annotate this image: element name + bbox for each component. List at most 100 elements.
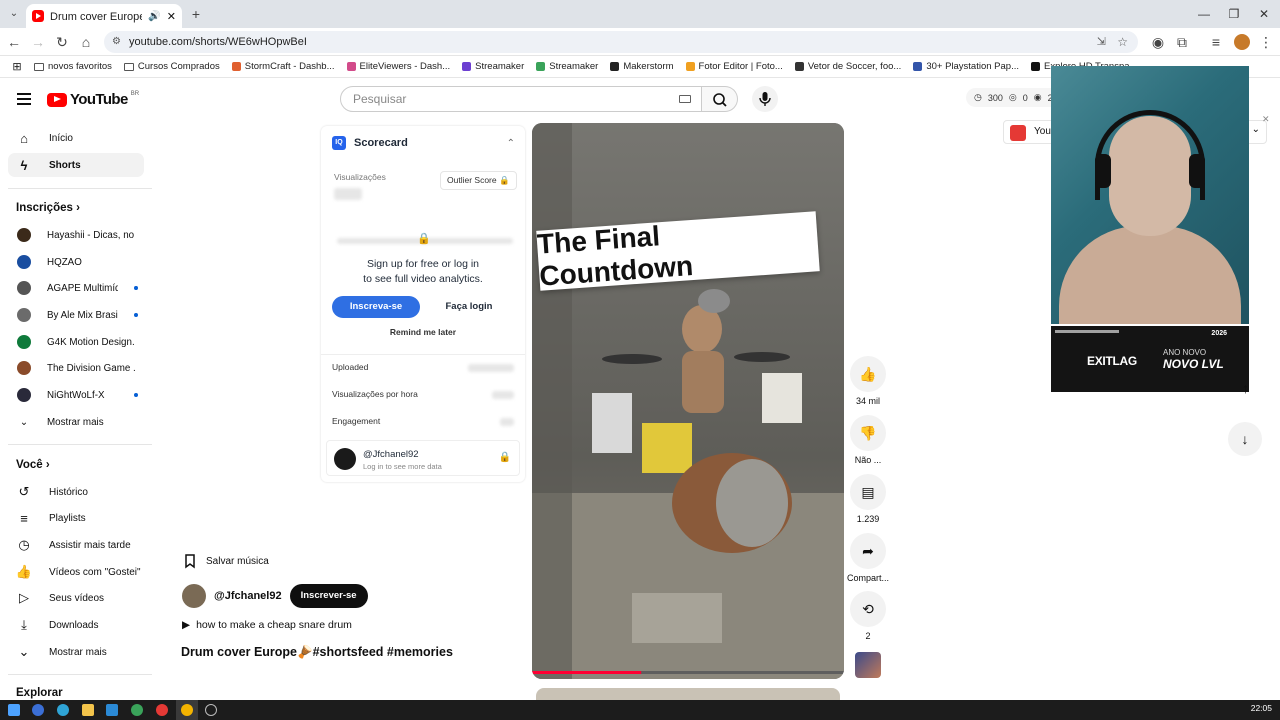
restore-icon[interactable]: ❐ xyxy=(1218,4,1250,24)
chevron-down-icon[interactable]: ⌄ xyxy=(1252,124,1260,135)
save-music-button[interactable]: Salvar música xyxy=(182,549,269,573)
subscribe-button[interactable]: Inscrever-se xyxy=(289,584,368,608)
keyboard-icon[interactable] xyxy=(679,95,691,103)
remix-button[interactable]: ⟲ 2 xyxy=(846,591,890,641)
speaker-icon[interactable]: 🔊 xyxy=(148,11,160,22)
sidebar-item-liked-videos[interactable]: 👍 Vídeos com "Gostei" xyxy=(8,560,144,584)
new-tab-icon[interactable]: + xyxy=(186,4,206,24)
login-button[interactable]: Faça login xyxy=(425,296,513,318)
puzzle-icon[interactable]: ⧉ xyxy=(1172,32,1192,52)
next-short-button[interactable]: ↓ xyxy=(1228,422,1262,456)
sidebar-item-history[interactable]: ↺ Histórico xyxy=(8,480,144,504)
video-progress[interactable] xyxy=(532,671,642,674)
folder-icon xyxy=(34,62,44,71)
next-short-preview[interactable] xyxy=(536,688,840,700)
reload-icon[interactable]: ↻ xyxy=(52,32,72,52)
outlier-score-button[interactable]: Outlier Score 🔒 xyxy=(440,171,517,190)
profile-avatar[interactable] xyxy=(1234,34,1250,50)
extension-icon[interactable]: ◉ xyxy=(1148,32,1168,52)
bookmark-star-icon[interactable]: ☆ xyxy=(1117,31,1128,53)
app-icon[interactable] xyxy=(32,704,44,716)
bookmark-item[interactable]: EliteViewers - Dash... xyxy=(343,61,455,72)
store-icon[interactable] xyxy=(106,704,118,716)
close-window-icon[interactable]: ✕ xyxy=(1248,4,1280,24)
subscription-item[interactable]: ÁGAPE Multimídia xyxy=(8,276,144,300)
chrome-icon[interactable] xyxy=(181,704,193,716)
sidebar: ⌂ Início ϟ Shorts Inscrições › Hayashii - … xyxy=(0,120,152,700)
sidebar-item-watch-later[interactable]: ◷ Assistir mais tarde xyxy=(8,533,144,557)
previous-short-icon[interactable]: ↑ xyxy=(1242,380,1249,396)
subscription-item[interactable]: Hayashii - Dicas, no... xyxy=(8,223,144,247)
sidebar-item-downloads[interactable]: ⤓ Downloads xyxy=(8,613,144,637)
install-app-icon[interactable]: ⇲ xyxy=(1097,31,1106,53)
explorer-icon[interactable] xyxy=(82,704,94,716)
youtube-logo[interactable]: YouTube BR xyxy=(47,91,139,108)
sidebar-divider xyxy=(8,444,152,445)
opera-icon[interactable] xyxy=(156,704,168,716)
app-icon[interactable] xyxy=(205,704,217,716)
back-icon[interactable]: ← xyxy=(4,32,24,52)
bookmark-item[interactable]: Cursos Comprados xyxy=(120,61,224,72)
sidebar-item-home[interactable]: ⌂ Início xyxy=(8,126,144,150)
subscription-item[interactable]: The Division Game ... xyxy=(8,356,144,380)
url-text: youtube.com/shorts/WE6wHOpwBeI xyxy=(129,36,307,48)
home-icon[interactable]: ⌂ xyxy=(76,32,96,52)
bookmark-item[interactable]: Streamaker xyxy=(458,61,528,72)
remind-later-link[interactable]: Remind me later xyxy=(321,327,525,337)
bookmark-item[interactable]: Streamaker xyxy=(532,61,602,72)
show-more-subscriptions[interactable]: ⌄ Mostrar mais xyxy=(8,410,144,434)
windows-taskbar: 22:05 xyxy=(0,700,1280,720)
scorecard-header[interactable]: IQ Scorecard xyxy=(332,136,408,150)
bookmark-item[interactable]: StormCraft - Dashb... xyxy=(228,61,339,72)
channel-card[interactable]: @Jfchanel92 Log in to see more data 🔒 xyxy=(326,440,520,476)
search-input[interactable]: Pesquisar xyxy=(340,86,702,112)
minimize-icon[interactable]: — xyxy=(1188,4,1220,24)
sidebar-item-playlists[interactable]: ≡ Playlists xyxy=(8,506,144,530)
collapse-chevron-icon[interactable]: ⌃ xyxy=(507,138,515,149)
bookmark-item[interactable]: Vetor de Soccer, foo... xyxy=(791,61,905,72)
media-control-icon[interactable]: ≡ xyxy=(1206,32,1226,52)
bookmark-item[interactable]: Makerstorm xyxy=(606,61,677,72)
chrome-menu-icon[interactable]: ⋮ xyxy=(1256,32,1276,52)
url-bar[interactable]: ⚙ youtube.com/shorts/WE6wHOpwBeI ⇲ ☆ xyxy=(104,31,1138,53)
tab-search-chevron-icon[interactable]: ⌄ xyxy=(4,4,24,24)
channel-name[interactable]: @Jfchanel92 xyxy=(214,590,282,602)
chevron-down-icon: ⌄ xyxy=(18,644,30,659)
short-video-player[interactable]: The Final Countdown xyxy=(532,123,844,679)
subscribe-scorecard-button[interactable]: Inscreva-se xyxy=(332,296,420,318)
related-video-link[interactable]: ▶ how to make a cheap snare drum xyxy=(182,619,352,631)
subscription-item[interactable]: G4K Motion Design... xyxy=(8,330,144,354)
close-overlay-icon[interactable]: ✕ xyxy=(1262,114,1270,125)
start-icon[interactable] xyxy=(8,704,20,716)
search-button[interactable] xyxy=(702,86,738,112)
subscriptions-heading[interactable]: Inscrições › xyxy=(16,202,80,214)
dislike-button[interactable]: 👎 Não ... xyxy=(846,415,890,465)
voice-search-button[interactable] xyxy=(752,86,778,112)
show-more-you[interactable]: ⌄ Mostrar mais xyxy=(8,640,144,664)
site-info-icon[interactable]: ⚙ xyxy=(112,31,121,53)
browser-tab-active[interactable]: Drum cover Europe🪘#sho 🔊 ✕ xyxy=(26,4,182,28)
channel-avatar[interactable] xyxy=(182,584,206,608)
edge-icon[interactable] xyxy=(57,704,69,716)
sidebar-item-your-videos[interactable]: ▷ Seus vídeos xyxy=(8,586,144,610)
share-button[interactable]: ➦ Compart... xyxy=(846,533,890,583)
forward-icon[interactable]: → xyxy=(28,32,48,52)
subscription-item[interactable]: NiGhtWoLf-X xyxy=(8,383,144,407)
clock[interactable]: 22:05 xyxy=(1251,703,1272,713)
lock-icon: 🔒 xyxy=(498,175,510,185)
subscription-item[interactable]: By Ale Mix Brasil xyxy=(8,303,144,327)
sound-thumbnail[interactable] xyxy=(855,652,881,678)
bookmark-icon xyxy=(185,554,195,569)
menu-icon[interactable] xyxy=(17,93,31,105)
subscription-item[interactable]: HQZAO xyxy=(8,250,144,274)
you-heading[interactable]: Você › xyxy=(16,459,50,471)
bookmark-item[interactable]: 30+ Playstation Pap... xyxy=(909,61,1023,72)
app-icon[interactable] xyxy=(131,704,143,716)
tab-close-icon[interactable]: ✕ xyxy=(167,10,176,23)
bookmark-item[interactable]: Fotor Editor | Foto... xyxy=(682,61,787,72)
comments-button[interactable]: ▤ 1.239 xyxy=(846,474,890,524)
sidebar-item-shorts[interactable]: ϟ Shorts xyxy=(8,153,144,177)
apps-grid-icon[interactable]: ⊞ xyxy=(8,60,26,73)
bookmark-item[interactable]: novos favoritos xyxy=(30,61,116,72)
like-button[interactable]: 👍 34 mil xyxy=(846,356,890,406)
